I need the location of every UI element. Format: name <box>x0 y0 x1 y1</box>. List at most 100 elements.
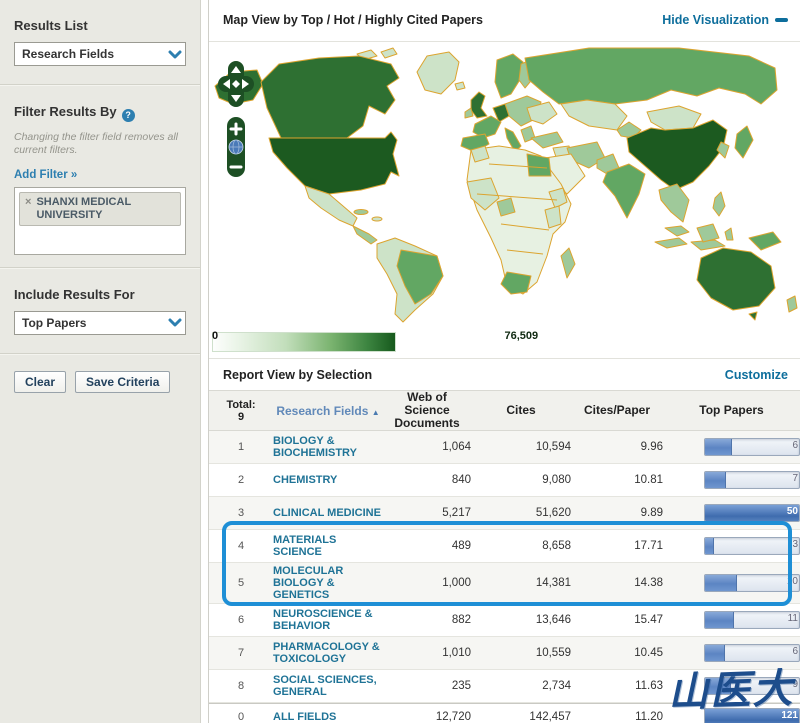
row-field-link[interactable]: BIOLOGY & BIOCHEMISTRY <box>273 435 383 459</box>
row-docs: 1,064 <box>383 441 471 453</box>
top-papers-bar: 3 <box>704 537 800 555</box>
table-row[interactable]: 5 MOLECULAR BIOLOGY & GENETICS 1,000 14,… <box>209 563 800 604</box>
row-field-link[interactable]: SOCIAL SCIENCES, GENERAL <box>273 674 383 698</box>
column-cites[interactable]: Cites <box>471 404 571 417</box>
row-docs: 235 <box>383 680 471 692</box>
main-panel: Map View by Top / Hot / Highly Cited Pap… <box>208 0 800 723</box>
row-cites: 51,620 <box>471 507 571 519</box>
row-docs: 1,010 <box>383 647 471 659</box>
column-cites-per-paper[interactable]: Cites/Paper <box>571 404 663 417</box>
results-list-selected-value: Research Fields <box>22 47 165 61</box>
row-field-link[interactable]: MATERIALS SCIENCE <box>273 534 383 558</box>
column-top-papers[interactable]: Top Papers <box>663 404 800 417</box>
row-field-link[interactable]: PHARMACOLOGY & TOXICOLOGY <box>273 641 383 665</box>
row-rank: 0 <box>209 711 273 723</box>
hide-visualization-link[interactable]: Hide Visualization <box>662 13 788 27</box>
sort-ascending-icon: ▲ <box>372 408 380 417</box>
table-row[interactable]: 1 BIOLOGY & BIOCHEMISTRY 1,064 10,594 9.… <box>209 431 800 464</box>
report-title: Report View by Selection <box>223 368 372 382</box>
customize-link[interactable]: Customize <box>725 368 788 382</box>
row-cites-per-paper: 15.47 <box>571 614 663 626</box>
remove-filter-icon[interactable]: × <box>25 196 31 209</box>
chevron-down-icon <box>165 43 185 65</box>
row-rank: 3 <box>209 507 273 519</box>
row-docs: 12,720 <box>383 711 471 723</box>
filter-chip[interactable]: × SHANXI MEDICAL UNIVERSITY <box>19 192 181 226</box>
report-table: Total:9 Research Fields ▲ Web of Science… <box>209 390 800 723</box>
row-docs: 489 <box>383 540 471 552</box>
row-rank: 2 <box>209 474 273 486</box>
chevron-down-icon <box>165 312 185 334</box>
include-results-select[interactable]: Top Papers <box>14 311 186 335</box>
row-rank: 8 <box>209 680 273 692</box>
top-papers-value: 50 <box>787 506 798 517</box>
top-papers-bar-fill <box>705 575 737 591</box>
map-zoom-control[interactable] <box>226 116 246 183</box>
top-papers-bar-fill <box>705 439 732 455</box>
top-papers-value: 10 <box>787 576 798 587</box>
filter-results-heading: Filter Results By? <box>14 104 188 122</box>
row-rank: 4 <box>209 540 273 552</box>
top-papers-bar: 7 <box>704 471 800 489</box>
map-pan-control[interactable] <box>217 60 255 113</box>
table-row[interactable]: 6 NEUROSCIENCE & BEHAVIOR 882 13,646 15.… <box>209 604 800 637</box>
row-field-link[interactable]: NEUROSCIENCE & BEHAVIOR <box>273 608 383 632</box>
world-map[interactable] <box>209 42 800 328</box>
add-filter-link[interactable]: Add Filter » <box>14 169 77 181</box>
table-row[interactable]: 2 CHEMISTRY 840 9,080 10.81 7 <box>209 464 800 497</box>
row-cites-per-paper: 10.81 <box>571 474 663 486</box>
row-rank: 1 <box>209 441 273 453</box>
column-wos-documents[interactable]: Web of Science Documents <box>383 391 471 430</box>
save-criteria-button[interactable]: Save Criteria <box>75 371 170 393</box>
column-research-fields[interactable]: Research Fields ▲ <box>273 404 383 418</box>
row-cites-per-paper: 17.71 <box>571 540 663 552</box>
row-rank: 7 <box>209 647 273 659</box>
clear-button[interactable]: Clear <box>14 371 66 393</box>
legend-min-label: 0 <box>212 330 218 342</box>
table-row[interactable]: 4 MATERIALS SCIENCE 489 8,658 17.71 3 <box>209 530 800 563</box>
top-papers-value: 6 <box>792 646 798 657</box>
results-list-select[interactable]: Research Fields <box>14 42 186 66</box>
top-papers-value: 11 <box>788 613 798 624</box>
map-header: Map View by Top / Hot / Highly Cited Pap… <box>209 0 800 42</box>
row-field-link[interactable]: MOLECULAR BIOLOGY & GENETICS <box>273 565 383 601</box>
top-papers-bar: 50 <box>704 504 800 522</box>
map-legend: 0 76,509 <box>209 328 800 358</box>
legend-gradient-bar <box>212 332 396 352</box>
row-cites-per-paper: 11.20 <box>571 711 663 723</box>
top-papers-bar: 11 <box>704 611 800 629</box>
row-cites: 8,658 <box>471 540 571 552</box>
top-papers-value: 3 <box>792 539 798 550</box>
top-papers-bar: 121 <box>704 708 800 723</box>
minus-icon <box>775 18 788 22</box>
row-docs: 840 <box>383 474 471 486</box>
table-row[interactable]: 3 CLINICAL MEDICINE 5,217 51,620 9.89 50 <box>209 497 800 530</box>
map-countries[interactable] <box>215 48 797 322</box>
help-icon[interactable]: ? <box>122 109 135 122</box>
top-papers-bar-fill <box>705 472 726 488</box>
map-box <box>209 42 800 328</box>
row-cites: 9,080 <box>471 474 571 486</box>
table-row[interactable]: 0 ALL FIELDS 12,720 142,457 11.20 121 <box>209 703 800 723</box>
row-cites-per-paper: 9.96 <box>571 441 663 453</box>
row-field-link[interactable]: CLINICAL MEDICINE <box>273 507 383 519</box>
filter-chip-label: SHANXI MEDICAL UNIVERSITY <box>36 196 175 222</box>
row-docs: 1,000 <box>383 577 471 589</box>
table-row[interactable]: 8 SOCIAL SCIENCES, GENERAL 235 2,734 11.… <box>209 670 800 703</box>
filter-box: × SHANXI MEDICAL UNIVERSITY <box>14 187 186 255</box>
top-papers-bar-fill <box>705 538 714 554</box>
row-field-link[interactable]: ALL FIELDS <box>273 711 383 723</box>
top-papers-value: 7 <box>792 473 798 484</box>
top-papers-value: 9 <box>792 679 798 690</box>
top-papers-bar-fill <box>705 505 799 521</box>
table-row[interactable]: 7 PHARMACOLOGY & TOXICOLOGY 1,010 10,559… <box>209 637 800 670</box>
table-header-row: Total:9 Research Fields ▲ Web of Science… <box>209 390 800 431</box>
row-cites: 10,559 <box>471 647 571 659</box>
row-cites: 10,594 <box>471 441 571 453</box>
top-papers-bar: 6 <box>704 438 800 456</box>
globe-icon <box>229 140 243 154</box>
include-results-selected-value: Top Papers <box>22 316 165 330</box>
table-body: 1 BIOLOGY & BIOCHEMISTRY 1,064 10,594 9.… <box>209 431 800 723</box>
top-papers-bar: 9 <box>704 677 800 695</box>
row-field-link[interactable]: CHEMISTRY <box>273 474 383 486</box>
